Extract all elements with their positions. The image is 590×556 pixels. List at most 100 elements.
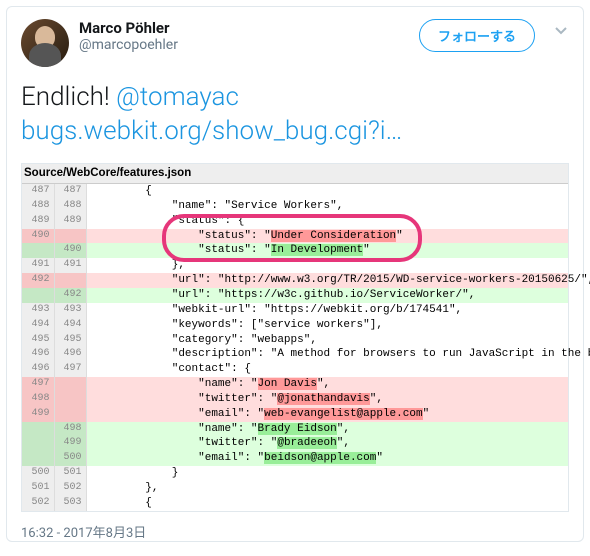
diff-row: 491491 }, bbox=[22, 258, 568, 273]
line-new: 492 bbox=[54, 288, 86, 303]
line-old: 492 bbox=[22, 273, 54, 288]
diff-table: 487487 {488488 "name": "Service Workers"… bbox=[22, 184, 568, 511]
line-old: 494 bbox=[22, 318, 54, 333]
line-new bbox=[54, 377, 86, 392]
diff-row: 496497 "contact": { bbox=[22, 362, 568, 377]
line-new: 491 bbox=[54, 258, 86, 273]
line-new: 502 bbox=[54, 481, 86, 496]
code-cell: { bbox=[86, 184, 568, 199]
chevron-down-icon[interactable] bbox=[545, 19, 569, 43]
line-old: 500 bbox=[22, 466, 54, 481]
tweet-header: Marco Pöhler @marcopoehler フォローする bbox=[21, 19, 569, 67]
diff-row: 492 "url": "https://w3c.github.io/Servic… bbox=[22, 288, 568, 303]
mention-link[interactable]: @tomayac bbox=[116, 82, 239, 112]
code-cell: "webkit-url": "https://webkit.org/b/1745… bbox=[86, 303, 568, 318]
diff-highlight: Jon Davis bbox=[258, 378, 317, 390]
code-cell: "category": "webapps", bbox=[86, 333, 568, 348]
diff-row: 492 "url": "http://www.w3.org/TR/2015/WD… bbox=[22, 273, 568, 288]
line-old: 496 bbox=[22, 347, 54, 362]
line-new bbox=[54, 392, 86, 407]
diff-highlight: web-evangelist@apple.com bbox=[264, 408, 422, 420]
diff-highlight: @jonathandavis bbox=[277, 393, 369, 405]
code-cell: "status": "In Development" bbox=[86, 243, 568, 258]
line-old: 501 bbox=[22, 481, 54, 496]
diff-row: 487487 { bbox=[22, 184, 568, 199]
line-new: 497 bbox=[54, 362, 86, 377]
diff-row: 500501 } bbox=[22, 466, 568, 481]
diff-row: 498 "name": "Brady Eidson", bbox=[22, 422, 568, 437]
diff-row: 490 "status": "Under Consideration" bbox=[22, 229, 568, 244]
code-cell: } bbox=[86, 466, 568, 481]
line-old: 491 bbox=[22, 258, 54, 273]
diff-row: 499 "email": "web-evangelist@apple.com" bbox=[22, 407, 568, 422]
line-new: 500 bbox=[54, 451, 86, 466]
line-old: 489 bbox=[22, 214, 54, 229]
tweet-card: Marco Pöhler @marcopoehler フォローする Endlic… bbox=[6, 6, 584, 542]
diff-row: 494494 "keywords": ["service workers"], bbox=[22, 318, 568, 333]
line-new: 501 bbox=[54, 466, 86, 481]
code-cell: "name": "Service Workers", bbox=[86, 199, 568, 214]
author-names[interactable]: Marco Pöhler @marcopoehler bbox=[79, 19, 409, 54]
line-new: 493 bbox=[54, 303, 86, 318]
code-cell: "contact": { bbox=[86, 362, 568, 377]
line-old bbox=[22, 243, 54, 258]
code-cell: "email": "web-evangelist@apple.com" bbox=[86, 407, 568, 422]
line-old: 495 bbox=[22, 333, 54, 348]
tweet-lead: Endlich! bbox=[21, 82, 116, 112]
diff-row: 489489 "status": { bbox=[22, 214, 568, 229]
line-new: 488 bbox=[54, 199, 86, 214]
diff-highlight: Brady Eidson bbox=[258, 423, 337, 435]
diff-highlight: In Development bbox=[271, 244, 363, 256]
code-cell: "name": "Jon Davis", bbox=[86, 377, 568, 392]
code-cell: "twitter": "@bradeeoh", bbox=[86, 436, 568, 451]
diff-highlight: Under Consideration bbox=[271, 230, 396, 242]
code-cell: }, bbox=[86, 258, 568, 273]
line-old: 497 bbox=[22, 377, 54, 392]
diff-row: 495495 "category": "webapps", bbox=[22, 333, 568, 348]
diff-embed: Source/WebCore/features.json 487487 {488… bbox=[21, 163, 569, 512]
line-new bbox=[54, 407, 86, 422]
line-old bbox=[22, 422, 54, 437]
code-cell: }, bbox=[86, 481, 568, 496]
line-old bbox=[22, 288, 54, 303]
line-new: 496 bbox=[54, 347, 86, 362]
line-old: 493 bbox=[22, 303, 54, 318]
display-name: Marco Pöhler bbox=[79, 19, 409, 37]
diff-row: 496496 "description": "A method for brow… bbox=[22, 347, 568, 362]
diff-row: 490 "status": "In Development" bbox=[22, 243, 568, 258]
diff-highlight: @bradeeoh bbox=[277, 437, 336, 449]
timestamp[interactable]: 16:32 - 2017年8月3日 bbox=[21, 522, 569, 541]
diff-row: 501502 }, bbox=[22, 481, 568, 496]
diff-row: 493493 "webkit-url": "https://webkit.org… bbox=[22, 303, 568, 318]
code-cell: "twitter": "@jonathandavis", bbox=[86, 392, 568, 407]
code-cell: "name": "Brady Eidson", bbox=[86, 422, 568, 437]
line-old: 498 bbox=[22, 392, 54, 407]
line-old: 488 bbox=[22, 199, 54, 214]
line-new bbox=[54, 273, 86, 288]
line-new: 499 bbox=[54, 436, 86, 451]
code-cell: "url": "http://www.w3.org/TR/2015/WD-ser… bbox=[86, 273, 568, 288]
line-new: 490 bbox=[54, 243, 86, 258]
diff-wrapper: 487487 {488488 "name": "Service Workers"… bbox=[22, 184, 568, 511]
diff-row: 498 "twitter": "@jonathandavis", bbox=[22, 392, 568, 407]
diff-row: 488488 "name": "Service Workers", bbox=[22, 199, 568, 214]
code-cell: "keywords": ["service workers"], bbox=[86, 318, 568, 333]
follow-button[interactable]: フォローする bbox=[419, 19, 535, 52]
line-old: 502 bbox=[22, 496, 54, 511]
code-cell: "status": "Under Consideration" bbox=[86, 229, 568, 244]
line-new: 487 bbox=[54, 184, 86, 199]
tweet-url[interactable]: bugs.webkit.org/show_bug.cgi?i… bbox=[21, 116, 402, 146]
line-old: 490 bbox=[22, 229, 54, 244]
line-new: 503 bbox=[54, 496, 86, 511]
code-cell: "status": { bbox=[86, 214, 568, 229]
line-new: 495 bbox=[54, 333, 86, 348]
line-new bbox=[54, 229, 86, 244]
handle: @marcopoehler bbox=[79, 37, 409, 54]
diff-row: 502503 { bbox=[22, 496, 568, 511]
diff-row: 499 "twitter": "@bradeeoh", bbox=[22, 436, 568, 451]
code-cell: "email": "beidson@apple.com" bbox=[86, 451, 568, 466]
avatar[interactable] bbox=[21, 19, 69, 67]
diff-row: 500 "email": "beidson@apple.com" bbox=[22, 451, 568, 466]
code-cell: "url": "https://w3c.github.io/ServiceWor… bbox=[86, 288, 568, 303]
line-new: 489 bbox=[54, 214, 86, 229]
